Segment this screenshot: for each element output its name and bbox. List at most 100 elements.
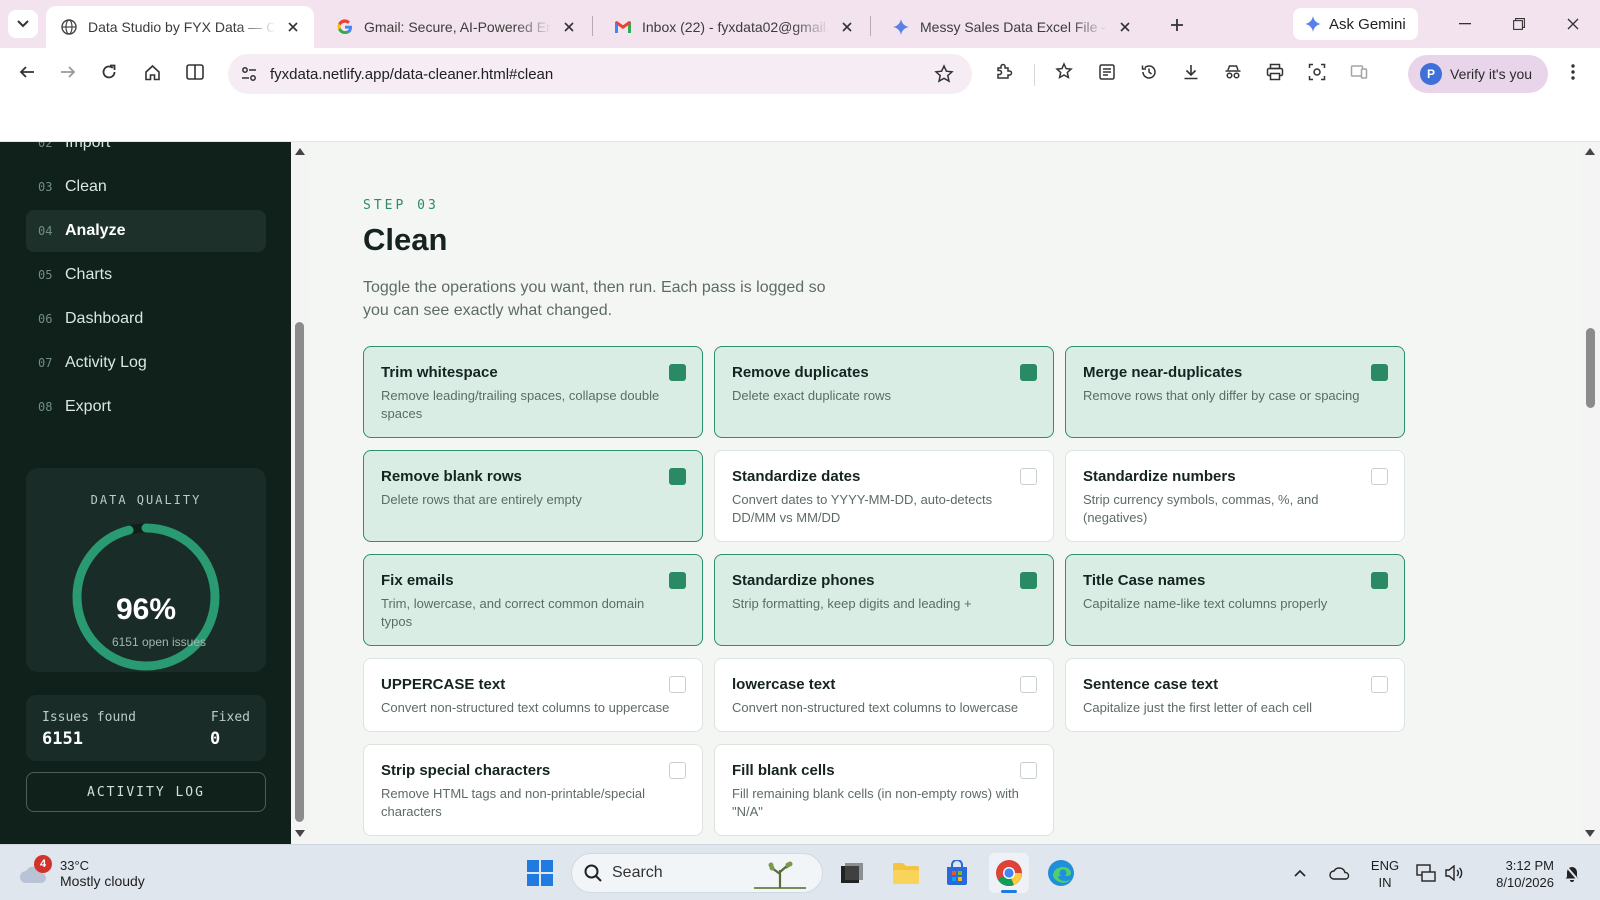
activity-log-button[interactable]: ACTIVITY LOG — [26, 772, 266, 812]
quality-percent: 96% — [115, 593, 177, 626]
nav-number: 05 — [38, 268, 53, 282]
op-card-strip-special-characters[interactable]: Strip special characters Remove HTML tag… — [363, 744, 703, 836]
reload-button[interactable] — [95, 58, 123, 86]
op-card-title-case-names[interactable]: Title Case names Capitalize name-like te… — [1065, 554, 1405, 646]
tab-gmail-inbox[interactable]: Inbox (22) - fyxdata02@gmail.com — [600, 6, 868, 48]
sidebar-item-export[interactable]: 08 Export — [26, 386, 266, 428]
input-language[interactable]: ENG IN — [1368, 857, 1402, 891]
op-checkbox[interactable] — [1020, 468, 1037, 485]
op-checkbox[interactable] — [669, 572, 686, 589]
split-view-button[interactable] — [181, 58, 209, 86]
volume-button[interactable] — [1442, 857, 1466, 889]
sidebar-item-dashboard[interactable]: 06 Dashboard — [26, 298, 266, 340]
op-checkbox[interactable] — [669, 762, 686, 779]
op-title: Sentence case text — [1083, 676, 1219, 693]
system-clock[interactable]: 3:12 PM 8/10/2026 — [1474, 857, 1554, 891]
op-checkbox[interactable] — [1020, 364, 1037, 381]
op-checkbox[interactable] — [669, 468, 686, 485]
scroll-down-arrow[interactable] — [295, 830, 305, 837]
home-button[interactable] — [138, 58, 166, 86]
op-card-trim-whitespace[interactable]: Trim whitespace Remove leading/trailing … — [363, 346, 703, 438]
tab-gemini[interactable]: Messy Sales Data Excel File - Gemini — [878, 6, 1146, 48]
task-view-button[interactable] — [832, 853, 872, 893]
op-checkbox[interactable] — [1020, 762, 1037, 779]
op-checkbox[interactable] — [669, 676, 686, 693]
cast-button[interactable] — [1345, 58, 1373, 86]
weather-widget[interactable]: 4 33°C Mostly cloudy — [18, 853, 145, 893]
minimize-button[interactable] — [1442, 8, 1488, 40]
tab-gmail-secure[interactable]: Gmail: Secure, AI-Powered Email — [322, 6, 590, 48]
ask-gemini-button[interactable]: Ask Gemini — [1293, 8, 1418, 40]
tab-data-studio[interactable]: Data Studio by FYX Data — Clean — [46, 6, 314, 48]
sidebar-item-import[interactable]: 02 Import — [26, 142, 266, 164]
microsoft-store-button[interactable] — [937, 853, 977, 893]
reload-icon — [102, 64, 116, 79]
op-card-standardize-phones[interactable]: Standardize phones Strip formatting, kee… — [714, 554, 1054, 646]
op-checkbox[interactable] — [1371, 364, 1388, 381]
back-button[interactable] — [13, 58, 41, 86]
sidebar-item-charts[interactable]: 05 Charts — [26, 254, 266, 296]
file-explorer-button[interactable] — [886, 853, 926, 893]
op-card-standardize-dates[interactable]: Standardize dates Convert dates to YYYY-… — [714, 450, 1054, 542]
op-card-fill-blank-cells[interactable]: Fill blank cells Fill remaining blank ce… — [714, 744, 1054, 836]
op-card-merge-near-duplicates[interactable]: Merge near-duplicates Remove rows that o… — [1065, 346, 1405, 438]
performance-button[interactable] — [1219, 58, 1247, 86]
restore-button[interactable] — [1496, 8, 1542, 40]
close-icon[interactable] — [1116, 18, 1134, 36]
speaker-icon — [1445, 865, 1463, 881]
op-checkbox[interactable] — [1371, 676, 1388, 693]
sidebar-item-analyze[interactable]: 04 Analyze — [26, 210, 266, 252]
sidebar-item-activity-log[interactable]: 07 Activity Log — [26, 342, 266, 384]
bookmark-star-icon[interactable] — [934, 64, 954, 89]
edge-taskbar-button[interactable] — [1041, 853, 1081, 893]
close-icon[interactable] — [560, 18, 578, 36]
tab-search-button[interactable] — [8, 10, 38, 38]
close-icon[interactable] — [284, 18, 302, 36]
history-button[interactable] — [1135, 58, 1163, 86]
scroll-thumb[interactable] — [1586, 328, 1595, 408]
favorites-button[interactable] — [1051, 58, 1079, 86]
op-checkbox[interactable] — [1020, 572, 1037, 589]
screenshot-button[interactable] — [1303, 58, 1331, 86]
address-bar[interactable]: fyxdata.netlify.app/data-cleaner.html#cl… — [228, 54, 972, 94]
minimize-icon — [1459, 23, 1471, 25]
downloads-button[interactable] — [1177, 58, 1205, 86]
browser-menu-button[interactable] — [1559, 58, 1587, 86]
op-card-remove-duplicates[interactable]: Remove duplicates Delete exact duplicate… — [714, 346, 1054, 438]
sidebar-scrollbar[interactable] — [291, 142, 309, 844]
scroll-up-arrow[interactable] — [1585, 148, 1595, 155]
start-button[interactable] — [520, 853, 560, 893]
op-checkbox[interactable] — [669, 364, 686, 381]
op-card-sentence-case-text[interactable]: Sentence case text Capitalize just the f… — [1065, 658, 1405, 732]
close-window-button[interactable] — [1550, 8, 1596, 40]
op-card-uppercase-text[interactable]: UPPERCASE text Convert non-structured te… — [363, 658, 703, 732]
verify-profile-button[interactable]: P Verify it's you — [1408, 55, 1549, 93]
nav-label: Charts — [65, 266, 113, 283]
op-title: Fill blank cells — [732, 762, 835, 779]
new-tab-button[interactable] — [1164, 12, 1190, 38]
op-checkbox[interactable] — [1020, 676, 1037, 693]
print-button[interactable] — [1261, 58, 1289, 86]
op-card-lowercase-text[interactable]: lowercase text Convert non-structured te… — [714, 658, 1054, 732]
scroll-thumb[interactable] — [295, 322, 304, 822]
sidebar-item-clean[interactable]: 03 Clean — [26, 166, 266, 208]
extensions-button[interactable] — [990, 58, 1018, 86]
taskbar-search[interactable]: Search — [571, 853, 823, 893]
chrome-taskbar-button[interactable] — [989, 853, 1029, 893]
onedrive-button[interactable] — [1326, 857, 1354, 889]
op-checkbox[interactable] — [1371, 572, 1388, 589]
page-scrollbar[interactable] — [1581, 142, 1600, 844]
show-hidden-icons-button[interactable] — [1288, 857, 1312, 889]
op-card-remove-blank-rows[interactable]: Remove blank rows Delete rows that are e… — [363, 450, 703, 542]
network-button[interactable] — [1414, 857, 1438, 889]
notifications-button[interactable] — [1560, 857, 1584, 889]
site-info-icon[interactable] — [240, 65, 258, 88]
op-card-standardize-numbers[interactable]: Standardize numbers Strip currency symbo… — [1065, 450, 1405, 542]
scroll-up-arrow[interactable] — [295, 148, 305, 155]
op-card-fix-emails[interactable]: Fix emails Trim, lowercase, and correct … — [363, 554, 703, 646]
reading-list-button[interactable] — [1093, 58, 1121, 86]
op-checkbox[interactable] — [1371, 468, 1388, 485]
forward-button[interactable] — [54, 58, 82, 86]
close-icon[interactable] — [838, 18, 856, 36]
scroll-down-arrow[interactable] — [1585, 830, 1595, 837]
